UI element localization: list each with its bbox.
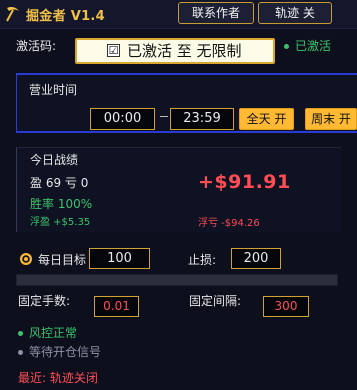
fixed-interval-label: 固定间隔: [189, 294, 242, 308]
stop-loss-input[interactable]: 200 [231, 248, 281, 269]
business-hours-title: 营业时间 [29, 83, 78, 97]
daily-goal-label: 每日目标 [38, 253, 87, 267]
daily-goal-input[interactable]: 100 [89, 248, 150, 269]
signal-status-text: 等待开仓信号 [29, 345, 102, 359]
time-separator [160, 116, 168, 117]
app-title: 掘金者 V1.4 [26, 9, 106, 24]
stats-title: 今日战绩 [30, 153, 79, 167]
recent-event: 最近: 轨迹关闭 [18, 371, 98, 385]
track-toggle-button[interactable]: 轨迹 关 [258, 2, 332, 24]
target-icon [20, 253, 32, 265]
stop-loss-label: 止损: [188, 253, 217, 267]
activation-label: 激活码: [16, 39, 57, 53]
activation-checkbox[interactable]: ☑ [107, 44, 120, 57]
risk-dot-icon [18, 331, 23, 336]
fixed-lots-label: 固定手数: [18, 294, 71, 308]
total-pnl: +$91.91 [198, 171, 291, 193]
floating-loss: 浮亏 -$94.26 [198, 218, 260, 229]
signal-status: 等待开仓信号 [18, 343, 101, 360]
fixed-interval-input[interactable]: 300 [263, 296, 309, 317]
activation-status: 已激活 [284, 37, 331, 54]
risk-status-text: 风控正常 [29, 326, 78, 340]
contact-author-button[interactable]: 联系作者 [178, 2, 254, 24]
pickaxe-icon [6, 7, 19, 22]
signal-dot-icon [18, 350, 23, 355]
fixed-lots-input[interactable]: 0.01 [94, 296, 139, 317]
goal-progress-bar [16, 274, 338, 286]
win-loss-count: 盈 69 亏 0 [30, 176, 89, 190]
all-day-toggle-button[interactable]: 全天 开 [239, 108, 294, 130]
end-time-input[interactable]: 23:59 [170, 108, 234, 130]
title-bar: 掘金者 V1.4 联系作者 轨迹 关 [0, 0, 357, 29]
status-dot-icon [284, 44, 289, 49]
start-time-input[interactable]: 00:00 [90, 108, 155, 130]
floating-profit: 浮盈 +$5.35 [30, 217, 91, 228]
weekend-toggle-button[interactable]: 周末 开 [305, 108, 357, 130]
risk-status: 风控正常 [18, 324, 77, 341]
business-hours-panel: 营业时间 00:00 23:59 全天 开 周末 开 [16, 73, 357, 133]
activation-field[interactable]: ☑ 已激活 至 无限制 [75, 38, 275, 64]
activation-status-text: 已激活 [295, 39, 332, 53]
today-stats-panel: 今日战绩 盈 69 亏 0 胜率 100% 浮盈 +$5.35 +$91.91 … [16, 147, 341, 232]
activation-value: 已激活 至 无限制 [127, 42, 242, 60]
win-rate: 胜率 100% [30, 197, 93, 211]
